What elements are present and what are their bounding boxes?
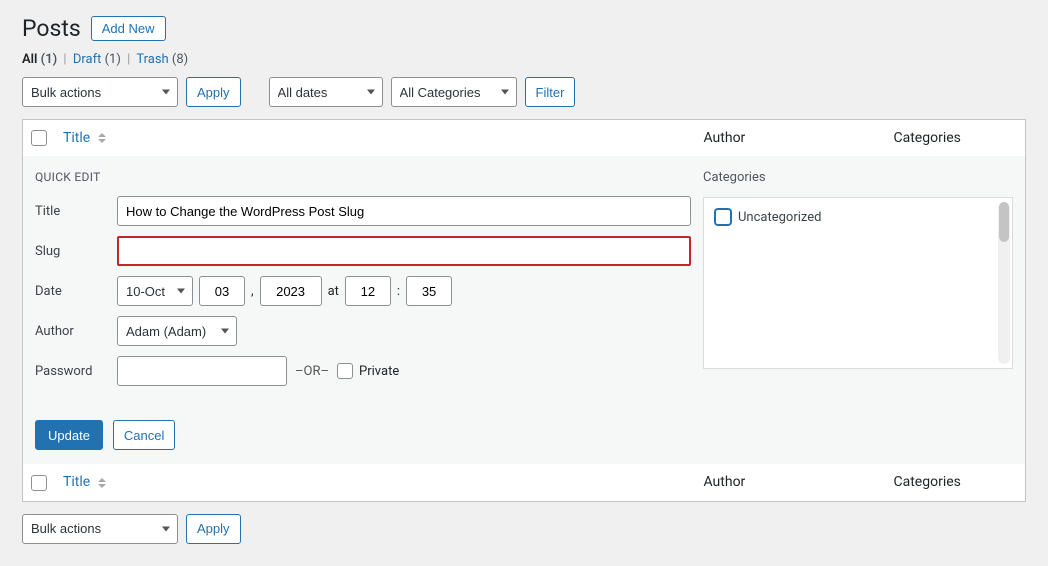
- col-title-foot[interactable]: Title: [55, 464, 696, 501]
- bulk-actions-top[interactable]: Bulk actions: [22, 77, 178, 107]
- slug-input[interactable]: [117, 236, 691, 266]
- filter-button[interactable]: Filter: [525, 77, 576, 107]
- label-author: Author: [35, 324, 117, 339]
- private-checkbox[interactable]: [337, 363, 353, 379]
- filter-trash[interactable]: Trash (8): [136, 52, 188, 67]
- scrollbar[interactable]: [998, 202, 1010, 364]
- add-new-button[interactable]: Add New: [91, 16, 166, 41]
- select-all-top[interactable]: [31, 130, 47, 146]
- cancel-button[interactable]: Cancel: [113, 420, 175, 450]
- date-filter[interactable]: All dates: [269, 77, 383, 107]
- category-filter[interactable]: All Categories: [391, 77, 517, 107]
- apply-bulk-top[interactable]: Apply: [186, 77, 241, 107]
- date-day[interactable]: [199, 276, 245, 306]
- date-hour[interactable]: [345, 276, 391, 306]
- quick-edit-row: QUICK EDIT Title Slug Date 10: [23, 156, 1026, 464]
- sort-icon: [98, 477, 106, 489]
- categories-box: Uncategorized: [703, 197, 1013, 369]
- bulk-actions-bottom[interactable]: Bulk actions: [22, 514, 178, 544]
- label-or: –OR–: [295, 364, 329, 379]
- category-label: Uncategorized: [738, 210, 821, 225]
- apply-bulk-bottom[interactable]: Apply: [186, 514, 241, 544]
- date-month[interactable]: 10-Oct: [117, 276, 193, 306]
- select-all-bottom[interactable]: [31, 475, 47, 491]
- category-item[interactable]: Uncategorized: [714, 208, 1002, 226]
- label-date: Date: [35, 284, 117, 299]
- post-status-filters: All (1) | Draft (1) | Trash (8): [22, 52, 1026, 67]
- col-author[interactable]: Author: [696, 120, 886, 157]
- date-minute[interactable]: [406, 276, 452, 306]
- label-title: Title: [35, 204, 117, 219]
- col-categories-foot[interactable]: Categories: [886, 464, 1026, 501]
- filter-all[interactable]: All (1): [22, 52, 57, 67]
- title-input[interactable]: [117, 196, 691, 226]
- label-slug: Slug: [35, 244, 117, 259]
- category-checkbox[interactable]: [714, 208, 732, 226]
- col-author-foot[interactable]: Author: [696, 464, 886, 501]
- col-categories[interactable]: Categories: [886, 120, 1026, 157]
- update-button[interactable]: Update: [35, 420, 103, 450]
- date-year[interactable]: [260, 276, 322, 306]
- filter-draft[interactable]: Draft (1): [73, 52, 121, 67]
- col-title[interactable]: Title: [55, 120, 696, 157]
- password-input[interactable]: [117, 356, 287, 386]
- sort-icon: [98, 132, 106, 144]
- label-private: Private: [359, 364, 399, 379]
- quick-edit-heading: QUICK EDIT: [35, 170, 691, 184]
- author-select[interactable]: Adam (Adam): [117, 316, 237, 346]
- label-password: Password: [35, 364, 117, 379]
- label-at: at: [328, 284, 339, 299]
- page-title: Posts: [22, 15, 81, 42]
- categories-heading: Categories: [703, 170, 1013, 185]
